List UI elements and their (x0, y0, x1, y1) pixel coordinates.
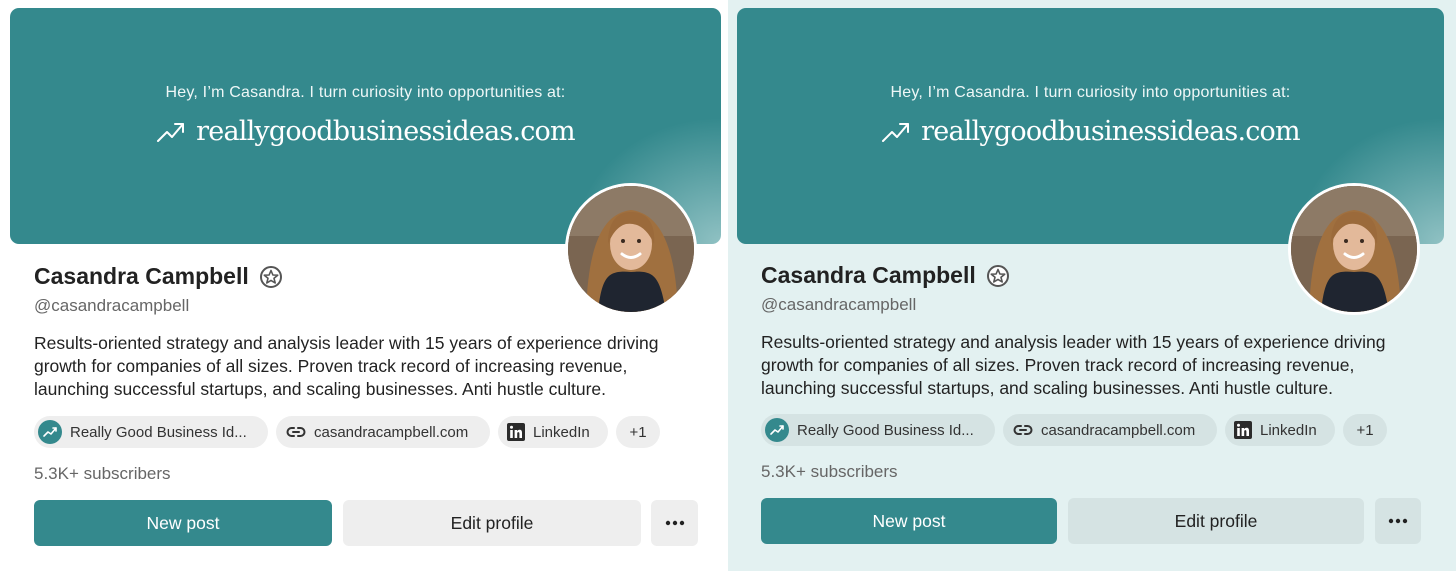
profile-name-row: Casandra Campbell (34, 263, 282, 290)
website-link-chip[interactable]: casandracampbell.com (1003, 414, 1217, 446)
website-link-label: casandracampbell.com (314, 423, 469, 441)
banner-site-name: reallygoodbusinessideas.com (196, 116, 575, 147)
bio-line: Results-oriented strategy and analysis l… (34, 333, 659, 353)
trending-up-icon (882, 122, 910, 142)
verified-badge-icon (259, 265, 282, 288)
banner-tagline: Hey, I’m Casandra. I turn curiosity into… (890, 84, 1291, 101)
link-icon (286, 422, 306, 442)
new-post-button[interactable]: New post (34, 500, 332, 546)
profile-bio: Results-oriented strategy and analysis l… (761, 331, 1421, 400)
profile-bio: Results-oriented strategy and analysis l… (34, 332, 694, 401)
publication-link-label: Really Good Business Id... (797, 421, 974, 439)
linkedin-icon (507, 423, 525, 441)
profile-links: Really Good Business Id... casandracampb… (34, 416, 660, 448)
profile-panel-light: Hey, I’m Casandra. I turn curiosity into… (0, 0, 728, 571)
publication-link-chip[interactable]: Really Good Business Id... (34, 416, 268, 448)
publication-logo-icon (765, 418, 789, 442)
profile-name: Casandra Campbell (761, 262, 976, 288)
avatar[interactable] (565, 183, 697, 315)
link-icon (1013, 420, 1033, 440)
linkedin-link-label: LinkedIn (1260, 421, 1317, 439)
new-post-button[interactable]: New post (761, 498, 1057, 544)
subscriber-count: 5.3K+ subscribers (34, 464, 171, 483)
linkedin-link-chip[interactable]: LinkedIn (1225, 414, 1335, 446)
edit-profile-button[interactable]: Edit profile (343, 500, 641, 546)
bio-line: Results-oriented strategy and analysis l… (761, 332, 1386, 352)
edit-profile-button[interactable]: Edit profile (1068, 498, 1364, 544)
avatar[interactable] (1288, 183, 1420, 315)
verified-badge-icon (986, 264, 1009, 287)
profile-handle: @casandracampbell (761, 295, 917, 314)
linkedin-icon (1234, 421, 1252, 439)
profile-name-row: Casandra Campbell (761, 262, 1009, 289)
website-link-label: casandracampbell.com (1041, 421, 1196, 439)
more-options-button[interactable] (651, 500, 698, 546)
banner-tagline: Hey, I’m Casandra. I turn curiosity into… (165, 84, 566, 101)
bio-line: launching successful startups, and scali… (34, 379, 606, 399)
bio-line: launching successful startups, and scali… (761, 378, 1333, 398)
publication-logo-icon (38, 420, 62, 444)
banner-site: reallygoodbusinessideas.com (10, 116, 721, 147)
bio-line: growth for companies of all sizes. Prove… (34, 356, 628, 376)
subscriber-count: 5.3K+ subscribers (761, 462, 898, 481)
more-links-chip[interactable]: +1 (616, 416, 660, 448)
profile-name: Casandra Campbell (34, 263, 249, 289)
ellipsis-icon (665, 520, 684, 526)
linkedin-link-label: LinkedIn (533, 423, 590, 441)
trending-up-icon (157, 122, 185, 142)
banner-site-name: reallygoodbusinessideas.com (921, 116, 1300, 147)
profile-panel-tinted: Hey, I’m Casandra. I turn curiosity into… (728, 0, 1456, 571)
publication-link-chip[interactable]: Really Good Business Id... (761, 414, 995, 446)
publication-link-label: Really Good Business Id... (70, 423, 247, 441)
profile-links: Really Good Business Id... casandracampb… (761, 414, 1387, 446)
more-links-chip[interactable]: +1 (1343, 414, 1387, 446)
bio-line: growth for companies of all sizes. Prove… (761, 355, 1355, 375)
profile-handle: @casandracampbell (34, 296, 190, 315)
banner-site: reallygoodbusinessideas.com (737, 116, 1444, 147)
more-options-button[interactable] (1375, 498, 1421, 544)
ellipsis-icon (1388, 518, 1408, 524)
website-link-chip[interactable]: casandracampbell.com (276, 416, 490, 448)
linkedin-link-chip[interactable]: LinkedIn (498, 416, 608, 448)
